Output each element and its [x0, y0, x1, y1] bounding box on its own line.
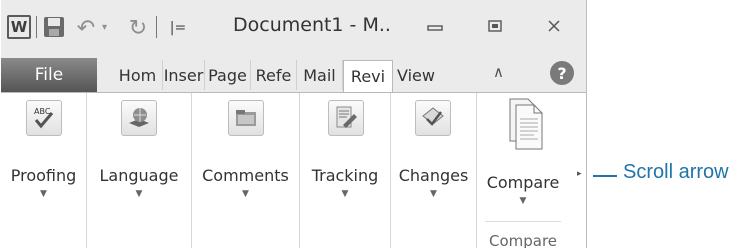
group-proofing[interactable]: ABC Proofing ▼: [1, 93, 87, 248]
repeat-icon[interactable]: ↻: [127, 15, 149, 41]
tab-references[interactable]: Refe: [251, 60, 297, 90]
callout-scroll-arrow-label: Scroll arrow: [623, 161, 729, 183]
customize-quick-access-icon[interactable]: |=: [167, 15, 189, 41]
group-changes[interactable]: Changes ▼: [391, 93, 477, 248]
spelling-grammar-icon: ABC: [26, 100, 62, 136]
tab-home[interactable]: Hom: [113, 60, 163, 90]
group-compare[interactable]: Compare ▼ Compare: [477, 93, 569, 248]
ribbon-scroll-arrow[interactable]: ▸: [577, 169, 582, 179]
compare-button-label: Compare: [486, 173, 560, 192]
chevron-down-icon: ▼: [40, 189, 47, 199]
accept-changes-icon: [415, 100, 451, 136]
group-label-compare: Compare: [488, 232, 558, 248]
word-app-icon[interactable]: W: [7, 15, 31, 39]
word-window: W ↶ ▾ ↻ |= Document1 - M.. File Hom Inse…: [1, 0, 587, 248]
restore-button[interactable]: [480, 14, 510, 38]
close-button[interactable]: [539, 14, 569, 38]
language-icon: [121, 100, 157, 136]
tab-review[interactable]: Revi: [343, 60, 393, 92]
group-language[interactable]: Language ▼: [87, 93, 192, 248]
chevron-down-icon: ▼: [242, 189, 249, 199]
group-label-tracking: Tracking: [311, 166, 379, 185]
chevron-down-icon: ▼: [519, 196, 527, 206]
track-changes-icon: [328, 100, 364, 136]
tab-file[interactable]: File: [1, 58, 97, 92]
callout-line: [593, 175, 617, 177]
group-divider: [485, 221, 561, 222]
tab-view[interactable]: View: [393, 60, 439, 90]
group-label-language: Language: [99, 166, 179, 185]
save-icon[interactable]: [43, 16, 65, 38]
help-icon[interactable]: ?: [550, 61, 574, 85]
chevron-down-icon: ▼: [135, 189, 143, 199]
group-comments[interactable]: Comments ▼: [192, 93, 300, 248]
chevron-down-icon: ▼: [341, 189, 349, 199]
minimize-button[interactable]: [420, 14, 450, 38]
title-bar: W ↶ ▾ ↻ |= Document1 - M..: [1, 0, 586, 54]
group-label-proofing: Proofing: [10, 166, 77, 185]
tab-insert[interactable]: Inser: [163, 60, 205, 90]
group-tracking[interactable]: Tracking ▼: [300, 93, 391, 248]
title-separator: [156, 16, 157, 38]
ribbon-tab-row: File Hom Inser Page Refe Mail Revi View …: [1, 54, 586, 93]
undo-dropdown-icon[interactable]: ▾: [102, 22, 107, 33]
group-label-comments: Comments: [202, 166, 289, 185]
group-label-changes: Changes: [398, 166, 469, 185]
title-separator: [36, 16, 37, 38]
ribbon-review-panel: ABC Proofing ▼ Language ▼ Comments ▼ Tra…: [1, 93, 586, 248]
svg-text:ABC: ABC: [34, 107, 51, 116]
chevron-down-icon: ▼: [430, 189, 437, 199]
undo-icon[interactable]: ↶: [75, 15, 97, 41]
document-title: Document1 - M..: [233, 14, 391, 36]
minimize-ribbon-icon[interactable]: ∧: [493, 63, 504, 81]
compare-documents-icon: [506, 95, 546, 151]
tab-mailings[interactable]: Mail: [297, 60, 343, 90]
tab-page-layout[interactable]: Page: [205, 60, 251, 90]
comment-icon: [228, 100, 264, 136]
